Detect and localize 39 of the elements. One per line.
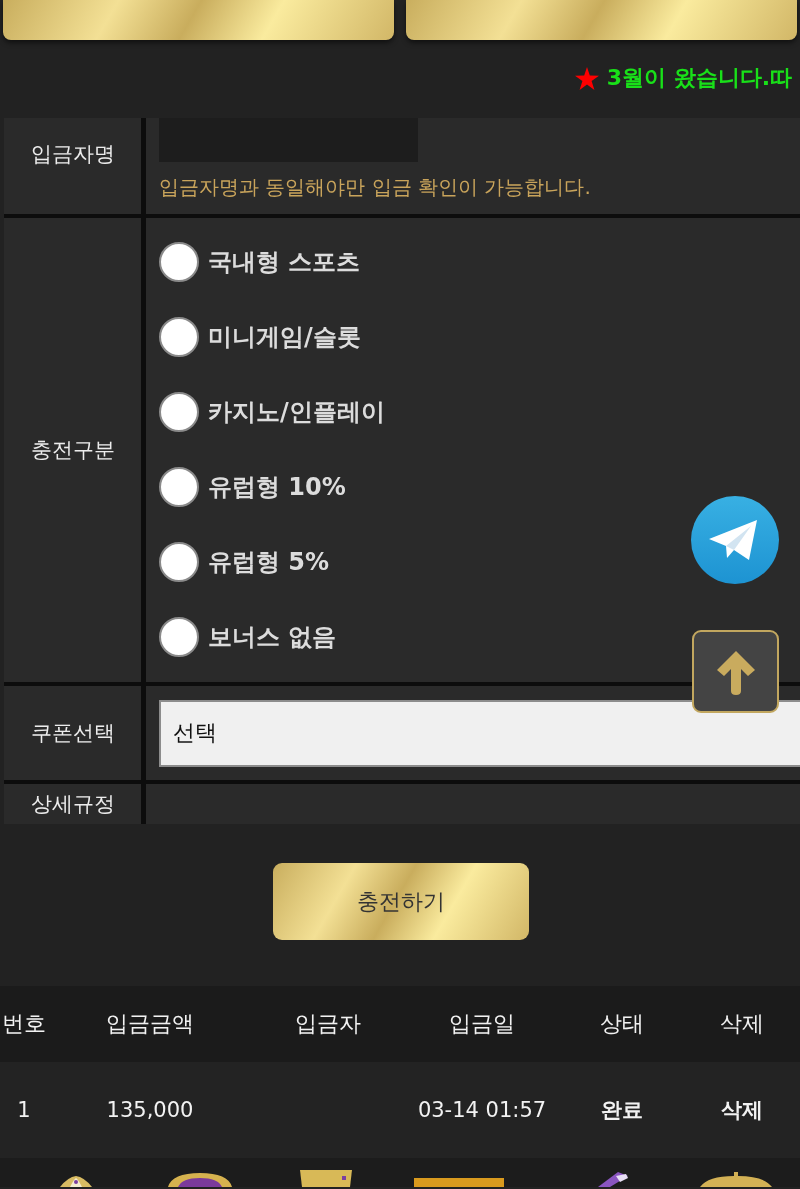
option-label: 유럽형 10% bbox=[208, 471, 346, 503]
option-label: 국내형 스포츠 bbox=[208, 246, 361, 278]
radio-button[interactable] bbox=[159, 616, 199, 657]
column-header: 삭제 bbox=[720, 1010, 764, 1038]
field-label: 입금자명 bbox=[30, 141, 115, 168]
coin-icon bbox=[168, 1173, 232, 1187]
option-label: 유럽형 5% bbox=[208, 546, 330, 578]
field-label: 상세규정 bbox=[30, 791, 115, 818]
field-label: 쿠폰선택 bbox=[30, 720, 115, 747]
ingot-icon bbox=[414, 1178, 504, 1187]
radio-button[interactable] bbox=[159, 391, 199, 432]
table-cell: 135,000 bbox=[106, 1098, 194, 1122]
coupon-dropdown[interactable]: 선택 bbox=[159, 699, 800, 767]
radio-button[interactable] bbox=[159, 316, 199, 357]
table-cell: 1 bbox=[17, 1098, 31, 1122]
radio-button[interactable] bbox=[159, 241, 199, 282]
column-header: 입금자 bbox=[295, 1010, 361, 1038]
star-icon bbox=[574, 66, 599, 90]
bell-icon bbox=[700, 1172, 772, 1187]
option-label: 카지노/인플레이 bbox=[208, 396, 385, 428]
table-cell: 03-14 01:57 bbox=[417, 1098, 547, 1122]
delete-link[interactable]: 삭제 bbox=[721, 1096, 763, 1124]
radio-button[interactable] bbox=[159, 541, 199, 582]
paper-plane-icon[interactable] bbox=[691, 496, 779, 584]
column-header: 상태 bbox=[600, 1010, 644, 1038]
submit-button[interactable]: 충전하기 bbox=[273, 863, 529, 940]
column-header: 입금일 bbox=[449, 1010, 515, 1038]
hint-text: 입금자명과 동일해야만 입금 확인이 가능합니다. bbox=[159, 174, 592, 201]
column-header: 입금금액 bbox=[106, 1010, 194, 1038]
status-text: 완료 bbox=[601, 1097, 643, 1124]
cap-icon bbox=[58, 1176, 94, 1187]
option-label: 미니게임/슬롯 bbox=[208, 321, 361, 353]
field-label: 충전구분 bbox=[30, 437, 115, 464]
notice-text: 3월이 왔습니다.따 bbox=[606, 64, 792, 92]
trophy-icon bbox=[298, 1170, 354, 1187]
option-label: 보너스 없음 bbox=[208, 621, 337, 653]
scroll-top-button[interactable] bbox=[692, 630, 779, 713]
radio-button[interactable] bbox=[159, 466, 199, 507]
column-header: 번호 bbox=[2, 1010, 46, 1038]
